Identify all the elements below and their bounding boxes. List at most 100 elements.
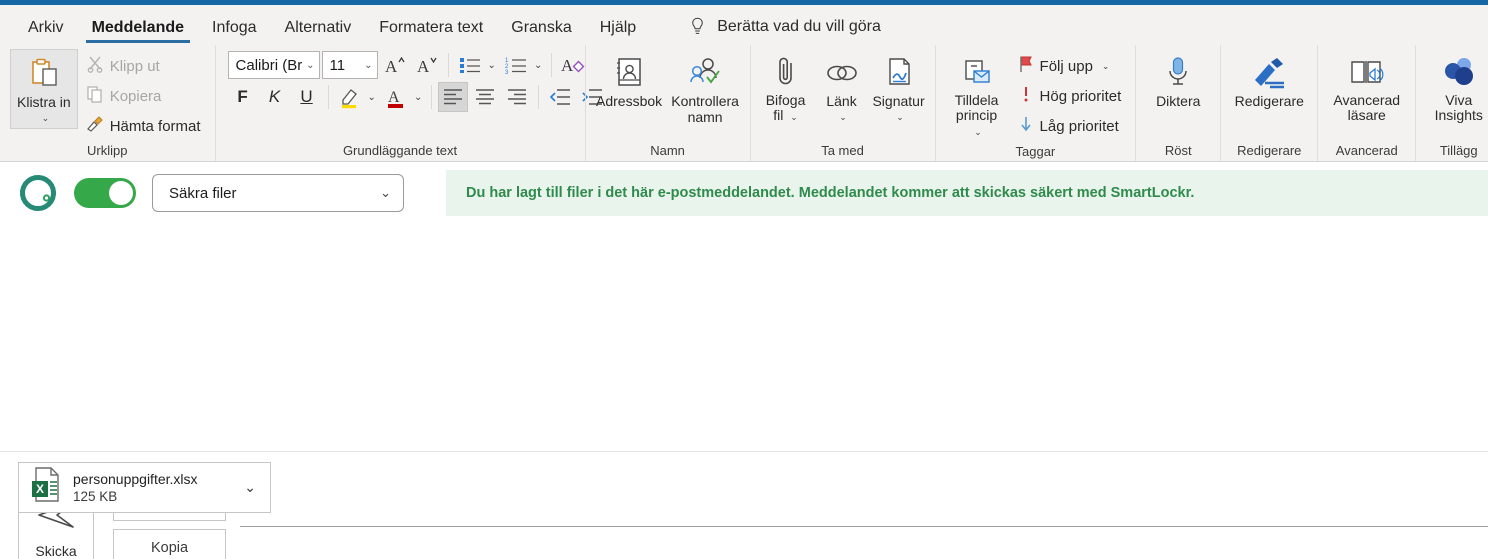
- tell-me-label: Berätta vad du vill göra: [717, 17, 881, 35]
- low-importance-label: Låg prioritet: [1039, 117, 1119, 135]
- svg-text:3: 3: [505, 70, 509, 74]
- check-names-button[interactable]: Kontrollera namn: [669, 49, 742, 127]
- tab-infoga[interactable]: Infoga: [198, 20, 270, 45]
- chevron-down-icon[interactable]: ⌄: [411, 92, 425, 103]
- signature-icon: [883, 53, 915, 93]
- cut-button[interactable]: Klipp ut: [80, 51, 207, 81]
- lightbulb-icon: [692, 17, 703, 34]
- font-color-button[interactable]: A: [381, 82, 411, 112]
- ribbon-group-addins-label: Tillägg: [1439, 143, 1478, 158]
- chevron-down-icon[interactable]: ⌄: [244, 479, 260, 496]
- chevron-down-icon: ⌄: [380, 185, 391, 200]
- align-left-button[interactable]: [438, 82, 469, 112]
- chevron-down-icon[interactable]: ⌄: [42, 110, 50, 126]
- underline-label: U: [300, 87, 313, 106]
- font-name-value: Calibri (Brö: [235, 56, 303, 74]
- attachment-chip[interactable]: X personuppgifter.xlsx 125 KB ⌄: [18, 462, 271, 513]
- ribbon-group-voice-label: Röst: [1164, 143, 1192, 158]
- to-field[interactable]: [240, 489, 1488, 527]
- ribbon: Klistra in ⌄ Klipp ut Kopiera Hämta form…: [0, 45, 1488, 162]
- smartlockr-mode-value: Säkra filer: [169, 184, 237, 202]
- assign-policy-button[interactable]: Tilldela princip ⌄: [946, 49, 1008, 142]
- high-importance-button[interactable]: Hög prioritet: [1012, 81, 1128, 111]
- editor-button[interactable]: Redigerare: [1229, 49, 1309, 111]
- ribbon-group-include-label: Ta med: [821, 143, 864, 158]
- paste-button[interactable]: Klistra in ⌄: [10, 49, 78, 129]
- signature-label: Signatur: [872, 93, 925, 109]
- viva-insights-button[interactable]: Viva Insights: [1424, 49, 1488, 125]
- text-highlight-color-button[interactable]: [335, 82, 365, 112]
- separator: [538, 85, 540, 109]
- tab-granska[interactable]: Granska: [497, 20, 585, 45]
- tab-hjalp[interactable]: Hjälp: [586, 20, 650, 45]
- chevron-down-icon[interactable]: ⌄: [1102, 61, 1110, 72]
- toggle-knob: [109, 181, 133, 205]
- compose-header: Skicka Till Kopia Hemlig kopia Ämne: [0, 224, 1488, 559]
- tab-arkiv[interactable]: Arkiv: [14, 20, 78, 45]
- tab-meddelande[interactable]: Meddelande: [78, 20, 198, 45]
- copy-icon: [86, 85, 104, 107]
- chevron-down-icon[interactable]: ⌄: [839, 109, 847, 125]
- smartlockr-mode-select[interactable]: Säkra filer ⌄: [152, 174, 404, 212]
- ribbon-group-addins: Viva Insights Tillägg: [1415, 45, 1488, 161]
- underline-button[interactable]: U: [292, 82, 322, 112]
- signature-button[interactable]: Signatur ⌄: [871, 49, 927, 127]
- copy-button[interactable]: Kopiera: [80, 81, 207, 111]
- decrease-indent-button[interactable]: [545, 82, 575, 112]
- svg-text:X: X: [36, 482, 44, 496]
- high-importance-label: Hög prioritet: [1039, 87, 1122, 105]
- paperclip-icon: [772, 53, 800, 93]
- ribbon-group-tags: Tilldela princip ⌄ Följ upp ⌄ Hög priori…: [934, 45, 1136, 161]
- smartlockr-toggle[interactable]: [74, 178, 136, 208]
- scissors-icon: [86, 55, 104, 77]
- low-importance-button[interactable]: Låg prioritet: [1012, 111, 1128, 141]
- tab-alternativ[interactable]: Alternativ: [271, 20, 366, 45]
- chevron-down-icon[interactable]: ⌄: [531, 60, 545, 71]
- numbering-button[interactable]: 123: [501, 50, 531, 80]
- address-book-label: Adressbok: [596, 93, 663, 109]
- ribbon-group-immersive-label: Avancerad: [1335, 143, 1398, 158]
- align-center-button[interactable]: [470, 82, 500, 112]
- increase-font-size-button[interactable]: A: [380, 50, 410, 80]
- dictate-button[interactable]: Diktera: [1144, 49, 1212, 111]
- format-painter-label: Hämta format: [109, 117, 201, 135]
- address-book-button[interactable]: Adressbok: [594, 49, 665, 111]
- font-name-combo[interactable]: Calibri (Brö ⌄: [227, 51, 320, 79]
- immersive-reader-button[interactable]: Avancerad läsare: [1326, 49, 1407, 125]
- ribbon-group-clipboard: Klistra in ⌄ Klipp ut Kopiera Hämta form…: [0, 45, 215, 161]
- excel-file-icon: X: [29, 466, 63, 509]
- ribbon-tab-bar: Arkiv Meddelande Infoga Alternativ Forma…: [0, 5, 1488, 45]
- attach-file-button[interactable]: Bifoga fil ⌄: [759, 49, 813, 127]
- cc-button[interactable]: Kopia: [113, 529, 226, 559]
- smartlockr-logo: [20, 175, 56, 211]
- tell-me-search[interactable]: Berätta vad du vill göra: [690, 17, 881, 45]
- dictate-label: Diktera: [1156, 93, 1201, 109]
- separator: [447, 53, 449, 77]
- chevron-down-icon[interactable]: ⌄: [896, 109, 904, 125]
- italic-label: K: [268, 87, 281, 106]
- chevron-down-icon[interactable]: ⌄: [790, 112, 798, 122]
- address-book-icon: [613, 53, 645, 93]
- chevron-down-icon[interactable]: ⌄: [974, 127, 982, 137]
- format-painter-button[interactable]: Hämta format: [80, 111, 207, 141]
- bold-label: F: [237, 87, 248, 106]
- chevron-down-icon[interactable]: ⌄: [485, 60, 499, 71]
- ribbon-group-clipboard-label: Urklipp: [87, 143, 128, 158]
- decrease-font-size-button[interactable]: A: [412, 50, 442, 80]
- bullets-button[interactable]: [455, 50, 485, 80]
- svg-text:A: A: [417, 57, 430, 76]
- italic-button[interactable]: K: [260, 82, 290, 112]
- chevron-down-icon[interactable]: ⌄: [365, 92, 379, 103]
- follow-up-button[interactable]: Följ upp ⌄: [1012, 51, 1128, 81]
- assign-policy-label: Tilldela princip: [954, 92, 999, 123]
- align-right-button[interactable]: [502, 82, 532, 112]
- immersive-reader-label: Avancerad läsare: [1333, 92, 1401, 123]
- link-button[interactable]: Länk ⌄: [815, 49, 869, 127]
- follow-up-label: Följ upp: [1039, 57, 1093, 75]
- check-names-label: Kontrollera namn: [671, 93, 739, 125]
- cc-field[interactable]: [240, 535, 1488, 559]
- font-size-combo[interactable]: 11 ⌄: [321, 51, 378, 79]
- tab-formatera-text[interactable]: Formatera text: [365, 20, 497, 45]
- bold-button[interactable]: F: [228, 82, 258, 112]
- arrow-down-icon: [1018, 115, 1034, 137]
